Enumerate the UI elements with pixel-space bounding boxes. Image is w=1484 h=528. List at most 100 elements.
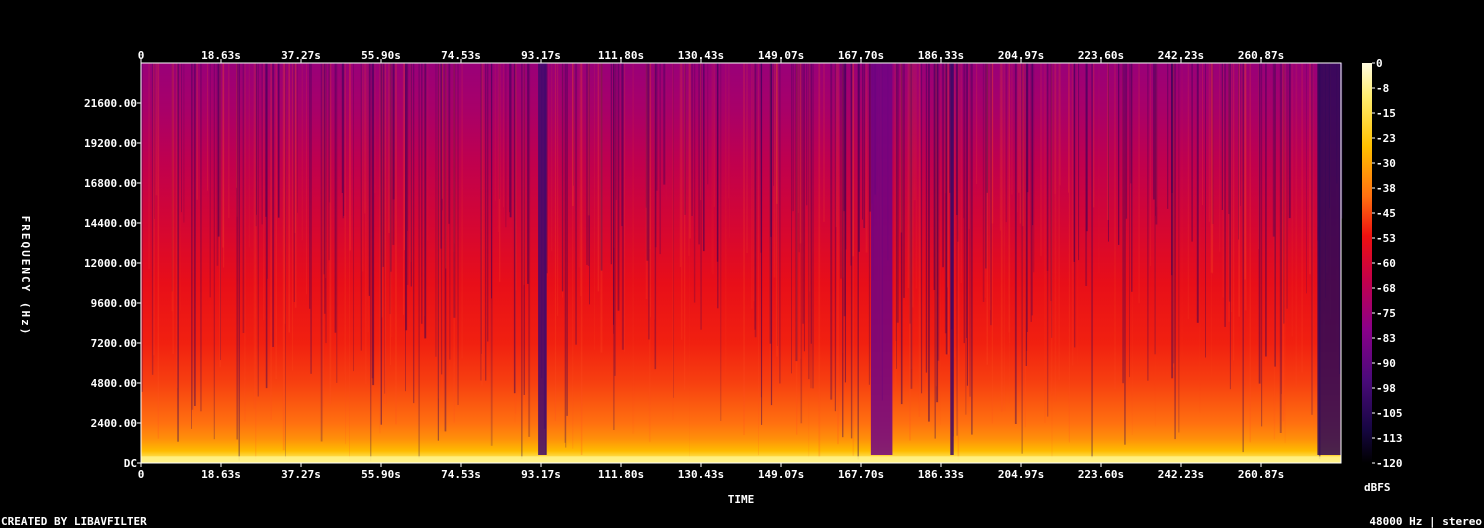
texture-streak xyxy=(191,63,194,410)
texture-streak xyxy=(263,63,265,320)
texture-streak xyxy=(360,63,362,351)
texture-streak xyxy=(209,63,211,298)
texture-streak xyxy=(665,63,667,201)
colorbar-tick-label: -15 xyxy=(1376,107,1396,120)
texture-streak xyxy=(1068,63,1069,193)
texture-streak xyxy=(255,63,257,227)
texture-streak xyxy=(614,63,616,376)
y-tick-label: DC xyxy=(124,457,137,470)
texture-streak xyxy=(244,63,246,422)
texture-streak xyxy=(445,63,447,269)
texture-streak xyxy=(895,63,897,341)
texture-streak xyxy=(1124,63,1126,445)
texture-streak xyxy=(1258,63,1259,250)
texture-streak xyxy=(1011,63,1013,195)
texture-streak xyxy=(499,63,500,199)
texture-streak xyxy=(632,63,635,434)
texture-streak xyxy=(382,63,384,267)
colorbar-tick-label: -53 xyxy=(1376,232,1396,245)
colorbar-tick-label: -75 xyxy=(1376,307,1396,320)
texture-streak xyxy=(556,63,559,316)
texture-streak xyxy=(933,63,936,290)
texture-streak xyxy=(171,63,174,312)
colorbar-tick-label: 0 xyxy=(1376,57,1383,70)
texture-streak xyxy=(1077,63,1078,364)
texture-streak xyxy=(700,63,702,330)
texture-streak xyxy=(858,63,860,252)
texture-streak xyxy=(698,63,700,245)
texture-streak xyxy=(1125,63,1128,219)
y-tick-label: 14400.00 xyxy=(84,217,137,230)
texture-streak xyxy=(322,63,324,408)
texture-streak xyxy=(282,63,285,451)
texture-streak xyxy=(711,63,713,273)
texture-streak xyxy=(345,63,346,445)
y-axis-title: FREQUENCY (Hz) xyxy=(19,216,32,337)
texture-streak xyxy=(228,63,230,219)
y-tick-label: 12000.00 xyxy=(84,257,137,270)
texture-streak xyxy=(1208,63,1210,222)
texture-streak xyxy=(707,63,709,185)
texture-streak xyxy=(900,63,903,233)
texture-streak xyxy=(654,63,657,248)
x-tick-label-bottom: 55.90s xyxy=(361,468,401,481)
x-tick-label-bottom: 0 xyxy=(138,468,145,481)
bass-band xyxy=(141,456,1341,464)
texture-streak xyxy=(155,63,158,196)
colorbar-tick-label: -23 xyxy=(1376,132,1396,145)
texture-streak xyxy=(1019,63,1022,224)
texture-streak xyxy=(976,63,978,184)
texture-streak xyxy=(729,63,731,238)
texture-streak xyxy=(712,63,714,275)
texture-streak xyxy=(1286,63,1288,309)
texture-streak xyxy=(497,63,499,232)
texture-streak xyxy=(437,63,440,399)
texture-streak xyxy=(717,63,719,309)
texture-streak xyxy=(194,63,196,406)
texture-streak xyxy=(389,63,391,365)
texture-streak xyxy=(1249,63,1251,443)
texture-streak xyxy=(453,63,456,318)
texture-streak xyxy=(380,63,382,425)
texture-streak xyxy=(410,63,412,287)
x-tick-label-top: 260.87s xyxy=(1238,49,1284,62)
texture-streak xyxy=(343,63,346,375)
texture-streak xyxy=(984,63,986,298)
texture-streak xyxy=(621,63,623,227)
texture-streak xyxy=(272,63,274,347)
texture-streak xyxy=(405,63,408,331)
texture-streak xyxy=(527,63,529,284)
texture-streak xyxy=(334,63,337,333)
texture-streak xyxy=(1033,63,1035,273)
texture-streak xyxy=(684,63,686,390)
texture-streak xyxy=(728,63,729,199)
texture-streak xyxy=(1024,63,1026,428)
texture-streak xyxy=(1284,63,1286,444)
texture-streak xyxy=(1000,63,1003,412)
texture-streak xyxy=(157,63,160,439)
texture-streak xyxy=(1288,63,1291,219)
colorbar-tick-label: -113 xyxy=(1376,432,1403,445)
x-tick-label-bottom: 167.70s xyxy=(838,468,884,481)
texture-streak xyxy=(1122,63,1124,384)
x-tick-label-bottom: 260.87s xyxy=(1238,468,1284,481)
texture-streak xyxy=(418,63,420,459)
x-tick-label-top: 55.90s xyxy=(361,49,401,62)
texture-streak xyxy=(1174,63,1176,440)
x-tick-label-bottom: 242.23s xyxy=(1158,468,1204,481)
texture-streak xyxy=(1261,63,1263,427)
colorbar-tick-label: -68 xyxy=(1376,282,1396,295)
texture-streak xyxy=(368,63,370,296)
texture-streak xyxy=(1005,63,1007,223)
x-tick-label-top: 186.33s xyxy=(918,49,964,62)
texture-streak xyxy=(803,63,805,352)
texture-streak xyxy=(292,63,293,371)
texture-streak xyxy=(610,63,612,265)
texture-streak xyxy=(341,63,343,193)
texture-streak xyxy=(370,63,372,462)
texture-streak xyxy=(1241,63,1243,280)
texture-streak xyxy=(503,63,504,208)
spectrogram-figure: 0 18.63s 37.27s 55.90s 74.53s 93.17s 111.80s 13… xyxy=(0,0,1484,528)
texture-streak xyxy=(770,63,773,406)
texture-streak xyxy=(1147,63,1149,381)
